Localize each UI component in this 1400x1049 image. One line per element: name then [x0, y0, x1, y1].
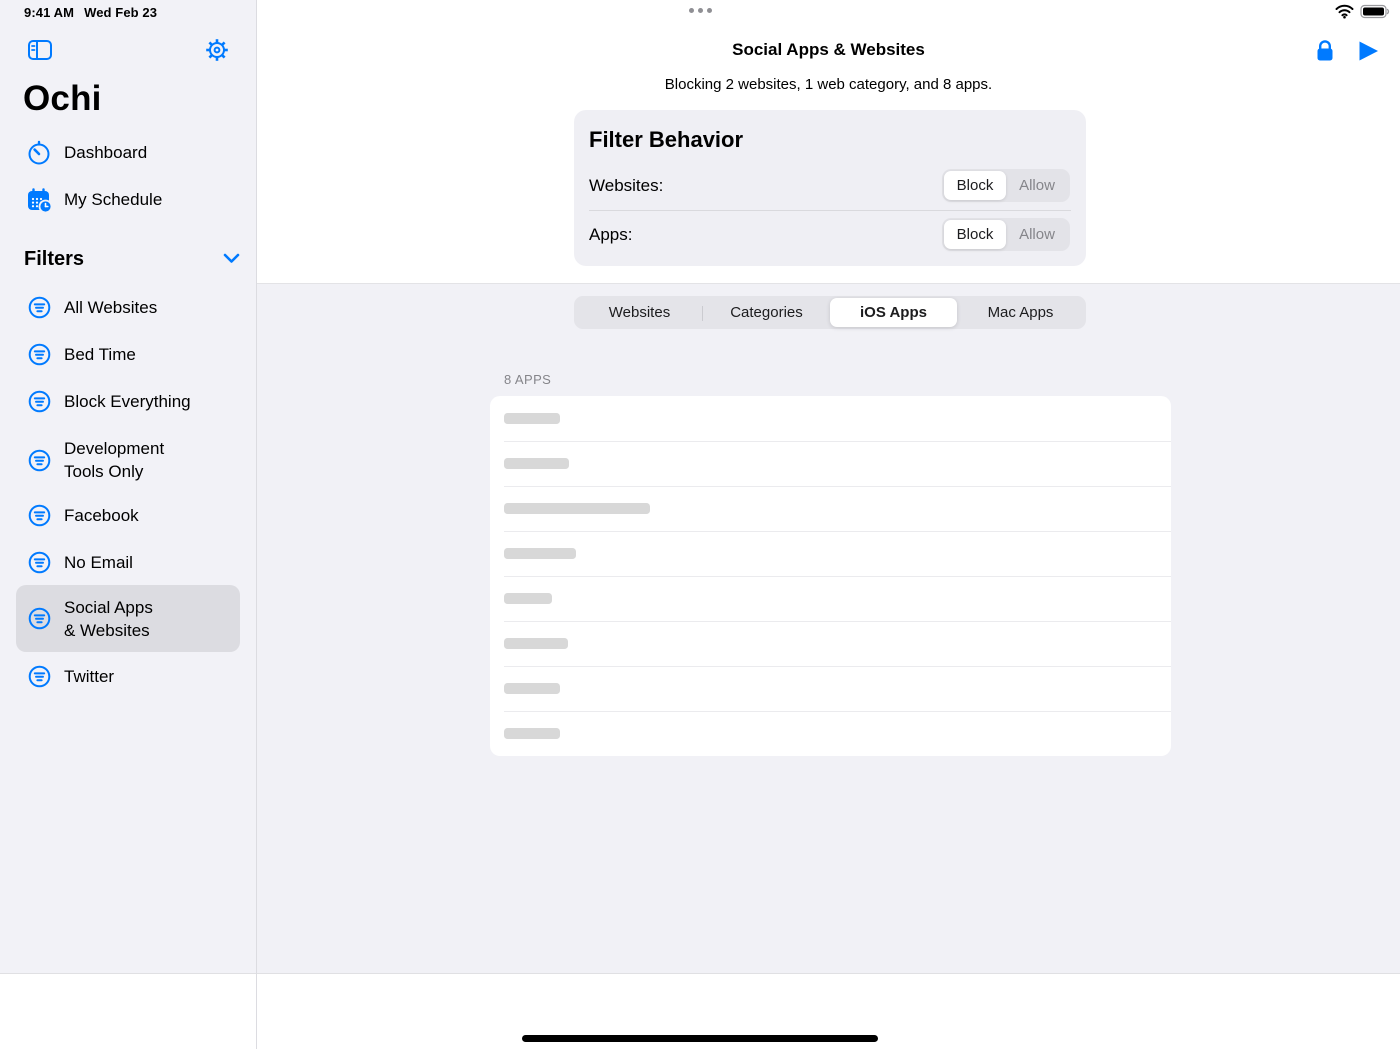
- sidebar-divider: [256, 0, 257, 1049]
- redacted-app-name: [504, 503, 650, 514]
- play-icon[interactable]: [1355, 38, 1381, 64]
- filter-lines-icon: [28, 504, 51, 527]
- calendar-clock-icon: [26, 187, 52, 213]
- row-divider: [589, 210, 1071, 211]
- filters-section-header[interactable]: Filters: [24, 248, 240, 271]
- redacted-app-name: [504, 728, 560, 739]
- sidebar-item-label: My Schedule: [64, 190, 162, 210]
- status-icons: [1335, 4, 1391, 24]
- sidebar-item-dashboard[interactable]: Dashboard: [16, 138, 240, 168]
- filter-label: All Websites: [64, 296, 157, 319]
- sidebar-item-my-schedule[interactable]: My Schedule: [16, 185, 240, 215]
- apps-row-label: Apps:: [589, 225, 632, 245]
- app-list-row[interactable]: [490, 666, 1171, 711]
- tab-websites[interactable]: Websites: [576, 298, 703, 327]
- filter-behavior-card: Filter Behavior Websites: Block Allow Ap…: [574, 110, 1086, 266]
- tab-separator: [702, 306, 703, 321]
- filter-label: Facebook: [64, 504, 139, 527]
- filter-lines-icon: [28, 343, 51, 366]
- home-indicator[interactable]: [522, 1035, 878, 1042]
- status-time: 9:41 AM: [24, 5, 74, 20]
- filter-label: Twitter: [64, 665, 114, 688]
- sidebar-toggle-icon[interactable]: [27, 37, 53, 63]
- status-date: Wed Feb 23: [84, 5, 157, 20]
- redacted-app-name: [504, 548, 576, 559]
- websites-block-allow-control: Block Allow: [942, 169, 1070, 202]
- websites-allow-button[interactable]: Allow: [1006, 171, 1068, 200]
- filter-lines-icon: [28, 551, 51, 574]
- page-subtitle: Blocking 2 websites, 1 web category, and…: [257, 76, 1400, 93]
- filter-label: No Email: [64, 551, 133, 574]
- apps-block-allow-control: Block Allow: [942, 218, 1070, 251]
- redacted-app-name: [504, 638, 568, 649]
- app-list-row[interactable]: [490, 711, 1171, 756]
- redacted-app-name: [504, 413, 560, 424]
- app-list-row[interactable]: [490, 531, 1171, 576]
- redacted-app-name: [504, 593, 552, 604]
- filter-lines-icon: [28, 607, 51, 630]
- sidebar-filter-social-apps-websites-selected[interactable]: Social Apps & Websites: [16, 585, 240, 652]
- app-count-label: 8 APPS: [504, 372, 551, 387]
- redacted-app-name: [504, 458, 569, 469]
- status-time-date: 9:41 AM Wed Feb 23: [24, 5, 167, 20]
- tab-mac-apps[interactable]: Mac Apps: [957, 298, 1084, 327]
- filter-label: Block Everything: [64, 390, 191, 413]
- lock-icon[interactable]: [1312, 38, 1338, 64]
- app-list-row[interactable]: [490, 396, 1171, 441]
- sidebar-filter-facebook[interactable]: Facebook: [16, 500, 240, 530]
- filter-label: Bed Time: [64, 343, 136, 366]
- sidebar-filter-no-email[interactable]: No Email: [16, 547, 240, 577]
- apps-block-button[interactable]: Block: [944, 220, 1006, 249]
- filter-lines-icon: [28, 449, 51, 472]
- page-title: Social Apps & Websites: [257, 40, 1400, 60]
- websites-block-button[interactable]: Block: [944, 171, 1006, 200]
- wifi-icon: [1335, 4, 1354, 24]
- app-list-row[interactable]: [490, 486, 1171, 531]
- window-drag-handle-dots-icon[interactable]: [689, 8, 712, 13]
- sidebar: 9:41 AM Wed Feb 23 Ochi: [0, 0, 256, 973]
- settings-gear-icon[interactable]: [203, 36, 231, 64]
- redacted-app-name: [504, 683, 560, 694]
- main-panel: Social Apps & Websites Blocking 2 websit…: [257, 0, 1400, 1049]
- content-tabs: Websites Categories iOS Apps Mac Apps: [574, 296, 1086, 329]
- filters-header-label: Filters: [24, 248, 84, 271]
- filter-label: Social Apps & Websites: [64, 596, 153, 642]
- app-list-row[interactable]: [490, 441, 1171, 486]
- sidebar-filter-bed-time[interactable]: Bed Time: [16, 339, 240, 369]
- filter-label: Development Tools Only: [64, 437, 164, 483]
- filter-lines-icon: [28, 665, 51, 688]
- sidebar-filter-development-tools-only[interactable]: Development Tools Only: [16, 434, 240, 486]
- filter-behavior-title: Filter Behavior: [589, 127, 743, 153]
- filter-lines-icon: [28, 390, 51, 413]
- sidebar-filter-block-everything[interactable]: Block Everything: [16, 386, 240, 416]
- websites-row-label: Websites:: [589, 176, 663, 196]
- sidebar-item-label: Dashboard: [64, 143, 147, 163]
- ios-app-list: [490, 396, 1171, 756]
- ochi-app-window: 9:41 AM Wed Feb 23 Ochi: [0, 0, 1400, 1049]
- sidebar-filter-twitter[interactable]: Twitter: [16, 661, 240, 691]
- app-list-row[interactable]: [490, 576, 1171, 621]
- apps-allow-button[interactable]: Allow: [1006, 220, 1068, 249]
- sidebar-filter-all-websites[interactable]: All Websites: [16, 292, 240, 322]
- filter-lines-icon: [28, 296, 51, 319]
- chevron-down-icon[interactable]: [223, 251, 240, 269]
- tab-categories[interactable]: Categories: [703, 298, 830, 327]
- app-list-row[interactable]: [490, 621, 1171, 666]
- battery-full-icon: [1360, 4, 1391, 24]
- app-title: Ochi: [23, 79, 102, 119]
- tab-ios-apps[interactable]: iOS Apps: [830, 298, 957, 327]
- timer-icon: [26, 140, 52, 166]
